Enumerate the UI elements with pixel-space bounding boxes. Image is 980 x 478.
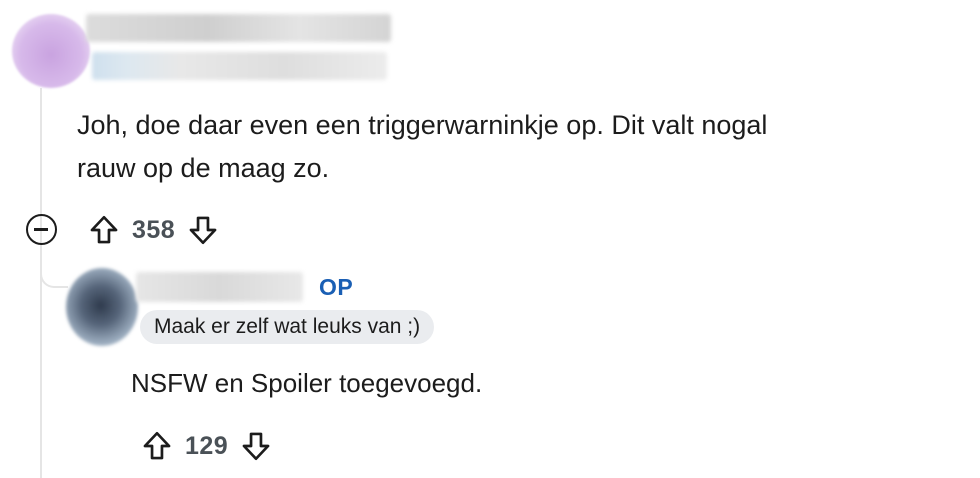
comment-body-line: Joh, doe daar even een triggerwarninkje … xyxy=(77,110,768,140)
comment-body: Joh, doe daar even een triggerwarninkje … xyxy=(77,104,937,190)
vote-bar: 358 xyxy=(86,212,221,248)
upvote-icon[interactable] xyxy=(139,428,175,464)
comment-body-line: rauw op de maag zo. xyxy=(77,153,330,183)
thread-line[interactable] xyxy=(40,88,42,478)
upvote-icon[interactable] xyxy=(86,212,122,248)
username-redacted xyxy=(86,14,391,42)
comment-score: 358 xyxy=(132,215,176,244)
downvote-icon[interactable] xyxy=(238,428,274,464)
user-flair-redacted xyxy=(92,52,387,80)
avatar[interactable] xyxy=(12,14,90,88)
collapse-icon[interactable] xyxy=(26,214,57,245)
vote-bar: 129 xyxy=(139,428,274,464)
reply-body: NSFW en Spoiler toegevoegd. xyxy=(131,368,483,398)
thread-connector xyxy=(40,258,68,288)
username-redacted xyxy=(136,272,303,302)
downvote-icon[interactable] xyxy=(185,212,221,248)
op-badge: OP xyxy=(319,274,354,300)
avatar[interactable] xyxy=(66,268,138,346)
reply-score: 129 xyxy=(185,431,229,460)
user-flair: Maak er zelf wat leuks van ;) xyxy=(140,310,435,344)
